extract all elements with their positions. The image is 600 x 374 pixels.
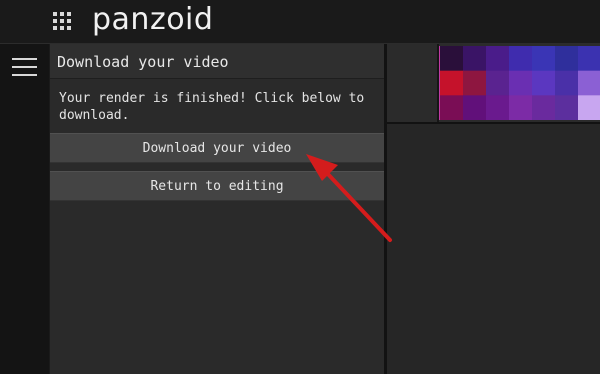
preview-area (387, 44, 600, 374)
thumbnail-pixel (532, 46, 556, 72)
timeline-strip (387, 44, 600, 124)
thumbnail-pixel (509, 95, 533, 120)
panzoid-logo[interactable]: panzoid (92, 2, 213, 37)
thumbnail-pixel (440, 70, 464, 96)
render-finished-message: Your render is finished! Click below to … (59, 91, 365, 123)
thumbnail-pixel (463, 46, 487, 72)
download-video-button[interactable]: Download your video (50, 133, 384, 163)
thumbnail-pixel (509, 70, 533, 96)
top-bar: panzoid (0, 0, 600, 44)
thumbnail-pixel (578, 95, 600, 120)
thumbnail-pixel (555, 46, 579, 72)
video-thumbnail[interactable] (439, 46, 600, 120)
render-panel: Download your video Your render is finis… (50, 44, 384, 374)
thumbnail-pixel (532, 95, 556, 120)
thumbnail-pixel (555, 70, 579, 96)
thumbnail-pixel (555, 95, 579, 120)
thumbnail-pixel (509, 46, 533, 72)
grid-dots-icon[interactable] (53, 12, 71, 30)
pixelated-thumbnail-image (440, 46, 600, 120)
thumbnail-pixel (486, 70, 510, 96)
thumbnail-pixel (578, 46, 600, 72)
hamburger-menu-icon[interactable] (12, 57, 37, 77)
thumbnail-pixel (532, 70, 556, 96)
thumbnail-pixel (463, 70, 487, 96)
return-to-editing-button[interactable]: Return to editing (50, 171, 384, 201)
panel-header: Download your video (50, 44, 384, 79)
left-sidebar (0, 44, 49, 374)
thumbnail-pixel (440, 46, 464, 72)
thumbnail-pixel (463, 95, 487, 120)
thumbnail-pixel (578, 70, 600, 96)
thumbnail-pixel (486, 95, 510, 120)
thumbnail-pixel (440, 95, 464, 120)
panel-title: Download your video (57, 53, 229, 71)
thumbnail-pixel (486, 46, 510, 72)
